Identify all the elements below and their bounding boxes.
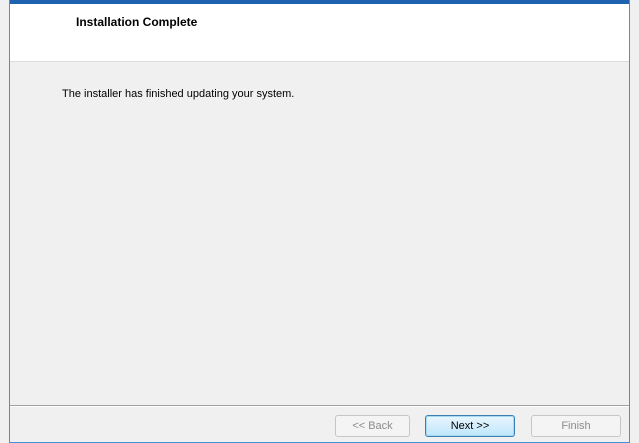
completion-message: The installer has finished updating your… <box>62 88 295 100</box>
window-left-margin <box>0 0 9 443</box>
page-title: Installation Complete <box>76 15 198 29</box>
button-separator <box>10 405 629 407</box>
back-button[interactable]: << Back <box>335 415 410 437</box>
wizard-header: Installation Complete <box>10 4 629 62</box>
finish-button[interactable]: Finish <box>531 415 621 437</box>
wizard-content: The installer has finished updating your… <box>10 62 629 405</box>
next-button[interactable]: Next >> <box>425 415 515 437</box>
window-right-margin <box>630 0 639 443</box>
installer-window: Installation Complete The installer has … <box>0 0 639 443</box>
